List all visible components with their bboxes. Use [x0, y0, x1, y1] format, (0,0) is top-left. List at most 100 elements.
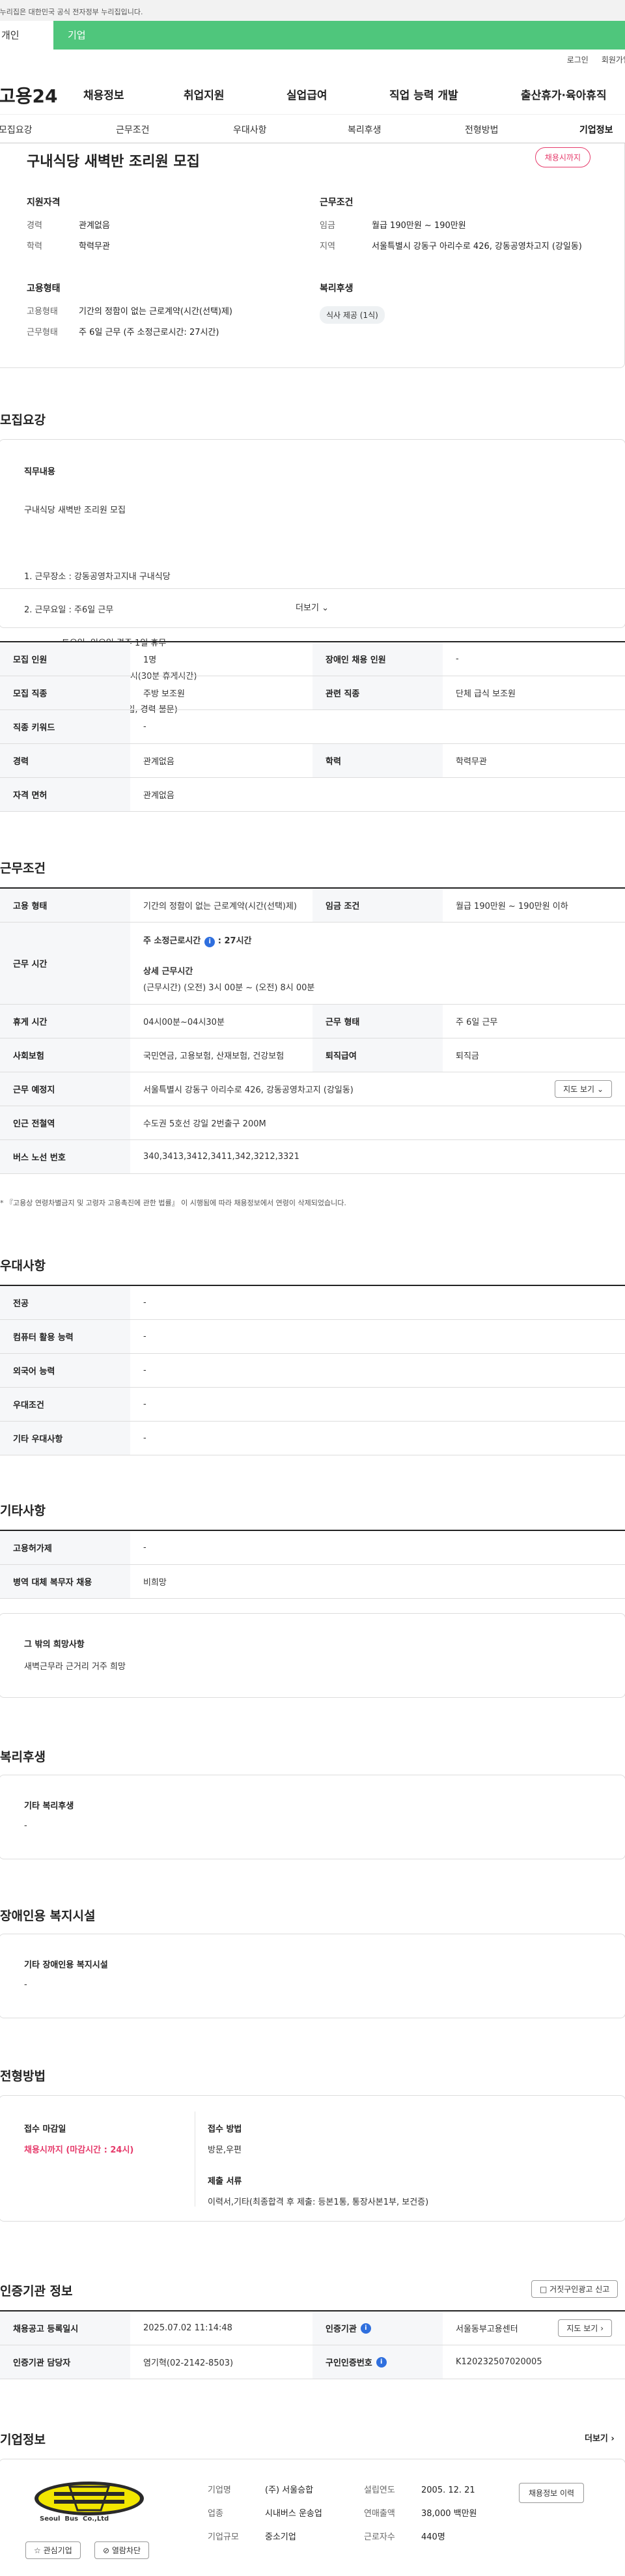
anchor-welfare[interactable]: 복리후생 — [348, 123, 382, 136]
table-cell: - — [143, 1433, 146, 1443]
welfare-chip: 식사 제공 (1식) — [320, 306, 385, 324]
sales-label: 연매출액 — [364, 2509, 395, 2519]
etc-table: 고용허가제 - 병역 대체 복무자 채용 비희망 — [0, 1530, 625, 1599]
anchor-conditions[interactable]: 근무조건 — [116, 123, 150, 136]
table-row: 근무 예정지 서울특별시 강동구 아리수로 426, 강동공영차고지 (강일동)… — [0, 1072, 625, 1106]
table-cell: - — [143, 1399, 146, 1409]
anchor-recruit[interactable]: 모집요강 — [0, 123, 33, 136]
table-row: 휴게 시간 04시00분~04시30분 근무 형태 주 6일 근무 — [0, 1005, 625, 1038]
company-info-labels-left: 기업명 업종 기업규모 — [208, 2479, 239, 2549]
company-name-label: 기업명 — [208, 2485, 231, 2495]
established-value: 2005. 12. 21 — [421, 2485, 475, 2495]
org-map-label: 지도 보기 — [566, 2324, 598, 2333]
recruit-table: 모집 인원 1명 장애인 채용 인원 - 모집 직종 주방 보조원 관련 직종 단체 급… — [0, 641, 625, 812]
block-view-button[interactable]: ⊘ 열람차단 — [94, 2541, 150, 2559]
chevron-right-icon: › — [600, 2324, 604, 2333]
nav-item-leave[interactable]: 출산휴가·육아휴직 — [521, 86, 607, 102]
report-icon: □ — [540, 2285, 548, 2294]
anchor-company[interactable]: 기업정보 — [579, 123, 613, 136]
deadline-badge: 채용시까지 — [535, 147, 590, 167]
company-size-label: 기업규모 — [208, 2532, 239, 2542]
table-header-cell: 고용 형태 — [0, 889, 130, 922]
duty-line: 1. 근무장소 : 강동공영차고지내 구내식당 — [24, 572, 171, 582]
false-ad-report-button[interactable]: □ 거짓구인광고 신고 — [531, 2280, 618, 2298]
org-value: 서울동부고용센터 — [456, 2325, 518, 2334]
career-label: 경력 — [27, 221, 42, 231]
table-header-cell: 학력 — [312, 744, 443, 777]
map-button[interactable]: 지도 보기 ⌄ — [555, 1080, 612, 1098]
anchor-selection[interactable]: 전형방법 — [465, 123, 499, 136]
table-cell: - — [143, 722, 146, 732]
login-link[interactable]: 로그인 — [567, 54, 589, 65]
extra-wish-value: 새벽근무라 근거리 거주 희망 — [24, 1662, 126, 1672]
employment-group: 고용형태 고용형태 기간의 정함이 없는 근로계약(시간(선택)제) 근무형태 주 … — [27, 281, 300, 348]
table-cell: - — [456, 654, 459, 664]
table-header-cell: 모집 직종 — [0, 676, 130, 709]
info-icon[interactable]: i — [360, 2323, 371, 2334]
chevron-down-icon: ⌄ — [596, 1085, 604, 1094]
age-notice: * 『고용상 연령차별금지 및 고령자 고용촉진에 관한 법률』 이 시행됨에 … — [0, 1199, 346, 1207]
table-cell: - — [143, 1543, 146, 1553]
tab-company[interactable]: 기업 — [53, 21, 625, 50]
block-icon: ⊘ — [103, 2546, 110, 2555]
worktype-value: 주 6일 근무 (주 소정근로시간: 27시간) — [79, 328, 219, 337]
hours-week-value: : 27시간 — [217, 936, 252, 946]
section-anchor-tabs: 모집요강 근무조건 우대사항 복리후생 전형방법 기업정보 — [0, 115, 625, 143]
table-cell: 수도권 5호선 강일 2번출구 200M — [143, 1119, 266, 1129]
favorite-company-button[interactable]: ☆ 관심기업 — [25, 2541, 81, 2559]
selection-box: 접수 마감일 채용시까지 (마감시간 : 24시) 접수 방법 방문,우편 제출… — [0, 2095, 625, 2222]
cert-section-title: 인증기관 정보 — [0, 2284, 73, 2298]
info-icon[interactable]: i — [376, 2356, 387, 2368]
cert-no-label: 구인인증번호 — [326, 2358, 372, 2368]
prefer-section-title: 우대사항 — [0, 1259, 46, 1273]
table-row: 직종 키워드 - — [0, 710, 625, 744]
map-button-label: 지도 보기 — [563, 1085, 595, 1094]
disabled-box: 기타 장애인용 복지시설 - — [0, 1934, 625, 2018]
star-icon: ☆ — [34, 2546, 41, 2555]
table-cell: 서울동부고용센터 지도 보기 › — [443, 2311, 625, 2345]
table-header-cell: 근무 예정지 — [0, 1072, 130, 1106]
join-link[interactable]: 회원가입 — [602, 54, 625, 65]
table-cell: - — [143, 1298, 146, 1308]
welfare-heading: 복리후생 — [320, 283, 354, 294]
table-row: 버스 노선 번호 340,3413,3412,3411,342,3212,3321 — [0, 1140, 625, 1174]
anchor-prefer[interactable]: 우대사항 — [233, 123, 267, 136]
table-header-cell: 인근 전철역 — [0, 1106, 130, 1139]
job-summary-card: 구내식당 새벽반 조리원 모집 채용시까지 지원자격 경력 관계없음 학력 학력무관… — [0, 143, 625, 368]
table-cell: 기간의 정함이 없는 근로계약(시간(선택)제) — [143, 902, 298, 911]
tab-personal[interactable]: 개인 — [0, 21, 53, 50]
more-label: 더보기 — [296, 603, 319, 613]
duty-more-button[interactable]: 더보기 ⌄ — [0, 588, 625, 627]
table-header-cell: 채용공고 등록일시 — [0, 2311, 130, 2345]
table-cell: 주방 보조원 — [143, 689, 185, 699]
nav-item-unemployment-benefit[interactable]: 실업급여 — [286, 86, 327, 102]
extra-wish-heading: 그 밖의 희망사항 — [24, 1640, 85, 1650]
org-map-button[interactable]: 지도 보기 › — [558, 2319, 612, 2337]
employment-heading: 고용형태 — [27, 283, 61, 294]
qualification-group: 지원자격 경력 관계없음 학력 학력무관 — [27, 195, 300, 262]
table-cell: 관계없음 — [143, 757, 174, 767]
table-header-cell: 구인인증번호 i — [312, 2345, 443, 2379]
table-header-cell: 기타 우대사항 — [0, 1422, 130, 1455]
nav-item-jobs[interactable]: 채용정보 — [83, 86, 124, 102]
table-header-cell: 모집 인원 — [0, 642, 130, 676]
nav-item-employment-support[interactable]: 취업지원 — [184, 86, 225, 102]
chevron-down-icon: ⌄ — [322, 603, 329, 613]
info-icon[interactable]: i — [204, 937, 215, 947]
hiring-history-button[interactable]: 채용정보 이력 — [519, 2483, 585, 2503]
table-header-cell: 근무 시간 — [0, 923, 130, 1004]
company-more-link[interactable]: 더보기 › — [585, 2431, 615, 2444]
table-header-cell: 전공 — [0, 1286, 130, 1319]
table-row: 채용공고 등록일시 2025.07.02 11:14:48 인증기관 i 서울동부고… — [0, 2311, 625, 2345]
table-header-cell: 우대조건 — [0, 1388, 130, 1421]
site-logo[interactable]: 고용24 — [0, 82, 58, 108]
hours-cell: 주 소정근로시간 i : 27시간 상세 근무시간 (근무시간) (오전) 3시 … — [130, 923, 625, 1004]
nav-item-training[interactable]: 직업 능력 개발 — [389, 86, 458, 102]
duty-line: 구내식당 새벽반 조리원 모집 — [24, 506, 126, 515]
emptype-label: 고용형태 — [27, 307, 58, 317]
region-label: 지역 — [320, 242, 335, 251]
table-header-cell: 병역 대체 복무자 채용 — [0, 1565, 130, 1598]
table-header-cell: 사회보험 — [0, 1038, 130, 1072]
education-label: 학력 — [27, 242, 42, 251]
table-cell: 1명 — [143, 655, 157, 665]
